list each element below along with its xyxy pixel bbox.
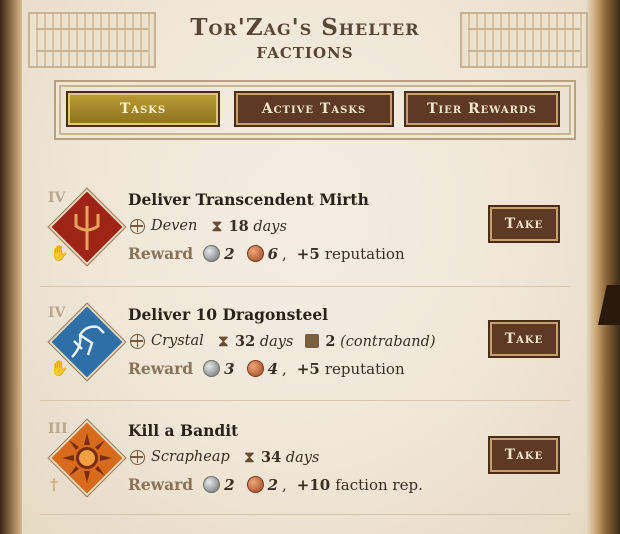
reputation-text: reputation [324, 359, 405, 378]
hourglass-icon: ⧗ [211, 216, 223, 235]
silver-amount: 3 [224, 359, 235, 378]
take-button[interactable]: Take [490, 207, 558, 241]
copper-coin-icon [246, 476, 264, 493]
task-row: III † Kill a Bandit Scrapheap ⧗ 34 days … [40, 419, 578, 525]
hourglass-icon: ⧗ [217, 331, 230, 350]
shelter-title: Tor'Zag's Shelter [190, 14, 420, 41]
reputation-value: +5 [296, 244, 320, 263]
reputation-text: reputation [324, 244, 405, 263]
tab-active-tasks[interactable]: Active Tasks [236, 93, 392, 125]
task-meta: Crystal ⧗ 32 days 2 (contraband) [130, 331, 436, 351]
tier-label: IV [48, 190, 66, 206]
crate-icon [305, 334, 320, 348]
reputation-text: faction rep. [335, 475, 423, 494]
greek-key-ornament-left [28, 12, 156, 68]
hand-icon: ✋ [50, 359, 69, 377]
task-days-value: 18 [228, 217, 249, 235]
contraband-count: 2 [325, 332, 336, 350]
reputation-value: +5 [296, 359, 320, 378]
silver-amount: 2 [224, 475, 235, 494]
task-divider [40, 286, 570, 287]
reward-label: Reward [128, 475, 194, 494]
reputation-value: +10 [296, 475, 331, 494]
contraband-label: (contraband) [340, 333, 436, 350]
task-days-value: 32 [235, 332, 256, 350]
task-title: Kill a Bandit [128, 421, 239, 440]
reward-label: Reward [128, 244, 194, 263]
hourglass-icon: ⧗ [243, 447, 255, 466]
copper-coin-icon [246, 245, 264, 262]
task-location: Crystal [151, 333, 204, 349]
tier-label: IV [48, 305, 66, 321]
dagger-icon: † [50, 475, 58, 494]
parchment-right-edge [586, 0, 620, 534]
task-reward: Reward 2 2 , +10 faction rep. [128, 475, 423, 494]
task-days-unit: days [253, 218, 287, 235]
silver-coin-icon [203, 245, 221, 262]
task-days-value: 34 [261, 448, 282, 466]
silver-amount: 2 [224, 244, 235, 263]
task-location: Scrapheap [151, 449, 230, 465]
tab-tasks[interactable]: Tasks [68, 93, 218, 125]
copper-amount: 4 [267, 359, 279, 378]
take-button[interactable]: Take [490, 322, 558, 356]
copper-amount: 6 [267, 244, 279, 263]
location-compass-icon [130, 333, 145, 349]
task-title: Deliver Transcendent Mirth [128, 190, 369, 209]
tier-label: III [48, 421, 68, 437]
greek-key-ornament-right [460, 12, 588, 68]
task-days-unit: days [259, 333, 294, 350]
silver-coin-icon [203, 476, 221, 493]
reward-label: Reward [128, 359, 194, 378]
task-row: IV ✋ Deliver Transcendent Mirth Deven ⧗ … [40, 188, 578, 294]
take-button[interactable]: Take [490, 438, 558, 472]
location-compass-icon [130, 218, 145, 234]
hand-icon: ✋ [50, 244, 69, 262]
task-days-unit: days [285, 449, 320, 466]
task-title: Deliver 10 Dragonsteel [128, 305, 329, 324]
silver-coin-icon [203, 360, 221, 377]
copper-amount: 2 [267, 475, 279, 494]
task-reward: Reward 2 6 , +5 reputation [128, 244, 405, 263]
location-compass-icon [130, 449, 145, 465]
page-subtitle: FACTIONS [256, 44, 354, 62]
task-divider [40, 514, 570, 515]
task-meta: Scrapheap ⧗ 34 days [130, 447, 331, 467]
task-reward: Reward 3 4 , +5 reputation [128, 359, 405, 378]
tab-tier-rewards[interactable]: Tier Rewards [406, 93, 558, 125]
task-row: IV ✋ Deliver 10 Dragonsteel Crystal ⧗ 32… [40, 303, 578, 409]
task-meta: Deven ⧗ 18 days [130, 216, 299, 236]
task-location: Deven [151, 218, 198, 234]
copper-coin-icon [246, 360, 264, 377]
task-divider [40, 400, 570, 401]
